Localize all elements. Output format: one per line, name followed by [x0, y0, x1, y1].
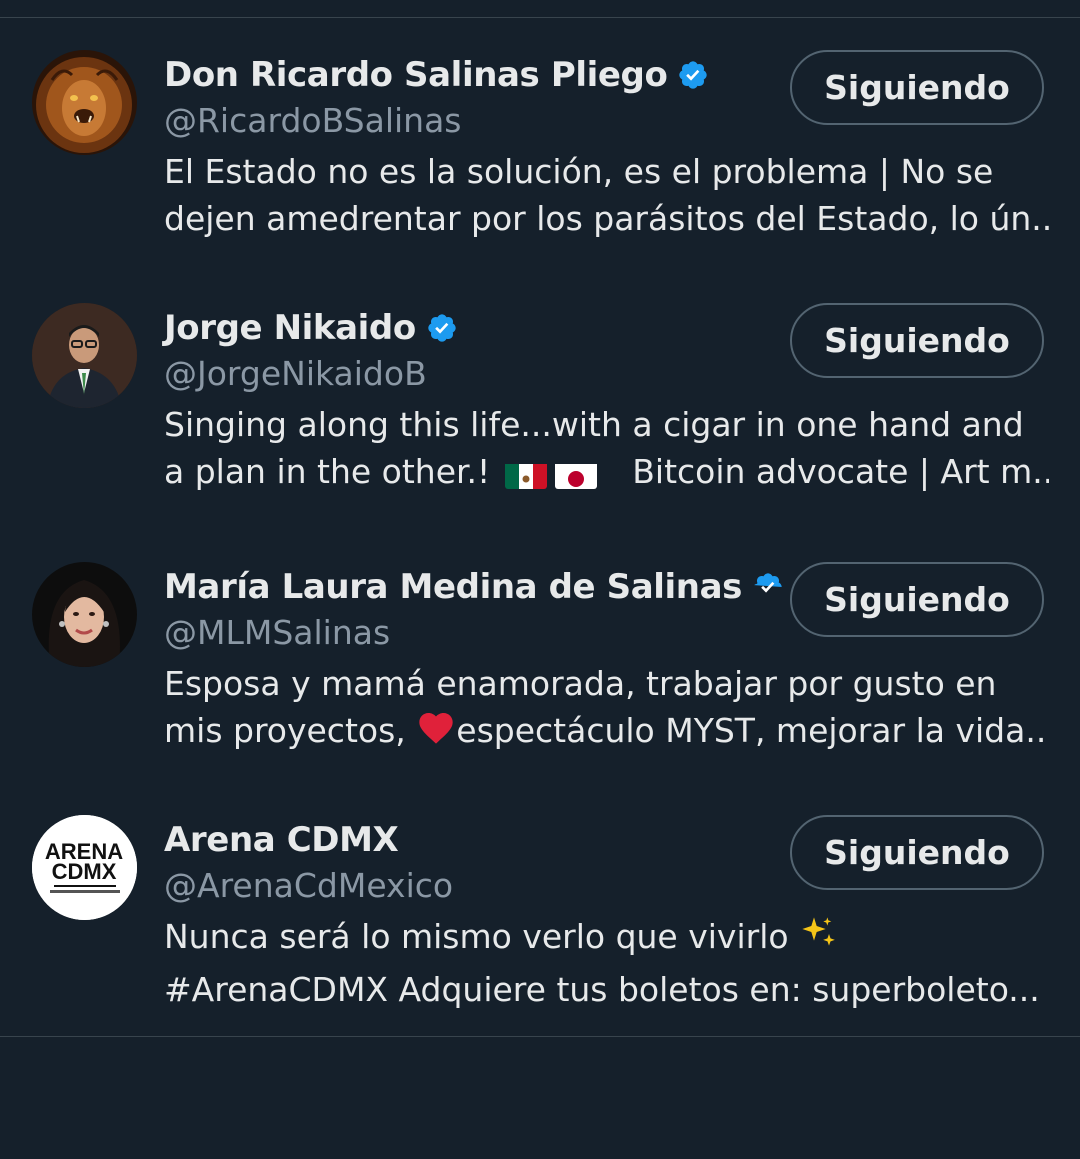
bio-text: espectáculo MYST, mejorar la vida... [456, 711, 1049, 750]
bio-text: mis proyectos, [164, 711, 406, 750]
arena-cdmx-logo[interactable]: ARENA CDMX [32, 815, 137, 920]
japan-flag-icon [554, 459, 597, 489]
name-line: Don Ricardo Salinas Pliego [164, 55, 709, 95]
mexico-flag-icon [504, 459, 547, 489]
display-name[interactable]: María Laura Medina de Salinas [164, 567, 742, 607]
bio-text: Bitcoin advocate | Art m... [632, 452, 1049, 491]
bio-line-2: dejen amedrentar por los parásitos del E… [164, 199, 1049, 238]
bio-line-1: Esposa y mamá enamorada, trabajar por gu… [164, 664, 997, 703]
woman-portrait-avatar[interactable] [32, 562, 137, 667]
user-row-maria-laura[interactable]: María Laura Medina de Salinas @MLMSalina… [0, 512, 1080, 765]
following-button[interactable]: Siguiendo [790, 50, 1044, 125]
following-button[interactable]: Siguiendo [790, 303, 1044, 378]
name-line: María Laura Medina de Salinas [164, 567, 784, 607]
bio: Esposa y mamá enamorada, trabajar por gu… [164, 660, 1049, 760]
display-name[interactable]: Arena CDMX [164, 820, 399, 860]
bio: El Estado no es la solución, es el probl… [164, 148, 1049, 242]
handle: @JorgeNikaidoB [164, 354, 427, 393]
verified-badge-icon [677, 59, 709, 91]
verified-badge-icon [752, 571, 784, 603]
following-button[interactable]: Siguiendo [790, 562, 1044, 637]
red-heart-icon [416, 708, 456, 760]
name-line: Jorge Nikaido [164, 308, 458, 348]
name-line: Arena CDMX [164, 820, 399, 860]
handle: @MLMSalinas [164, 613, 391, 652]
user-row-jorge[interactable]: Jorge Nikaido @JorgeNikaidoB Singing alo… [0, 253, 1080, 506]
logo-text-bottom: CDMX [52, 859, 117, 884]
verified-badge-icon [426, 312, 458, 344]
following-button[interactable]: Siguiendo [790, 815, 1044, 890]
bio-text: a plan in the other.! [164, 452, 491, 491]
user-row-arena-cdmx[interactable]: ARENA CDMX Arena CDMX @ArenaCdMexico Nun… [0, 765, 1080, 1018]
bio-line-1: El Estado no es la solución, es el probl… [164, 152, 994, 191]
bio-line-1: Singing along this life...with a cigar i… [164, 405, 1024, 444]
user-row-ricardo[interactable]: Don Ricardo Salinas Pliego @RicardoBSali… [0, 0, 1080, 253]
bio: Nunca será lo mismo verlo que vivirlo #A… [164, 913, 1049, 1013]
bottom-divider [0, 1036, 1080, 1037]
bio-text: Nunca será lo mismo verlo que vivirlo [164, 917, 789, 956]
man-in-suit-avatar[interactable] [32, 303, 137, 408]
handle: @RicardoBSalinas [164, 101, 462, 140]
sparkles-icon [799, 914, 839, 966]
display-name[interactable]: Don Ricardo Salinas Pliego [164, 55, 668, 95]
lion-avatar[interactable] [32, 50, 137, 155]
bio-line-1: Nunca será lo mismo verlo que vivirlo [164, 913, 1049, 966]
handle: @ArenaCdMexico [164, 866, 454, 905]
bio-line-2: mis proyectos, espectáculo MYST, mejorar… [164, 707, 1049, 760]
display-name[interactable]: Jorge Nikaido [164, 308, 416, 348]
bio-line-2: #ArenaCDMX Adquiere tus boletos en: supe… [164, 970, 1040, 1009]
bio-line-2: a plan in the other.! Bitcoin advocate |… [164, 448, 1049, 495]
bio: Singing along this life...with a cigar i… [164, 401, 1049, 495]
